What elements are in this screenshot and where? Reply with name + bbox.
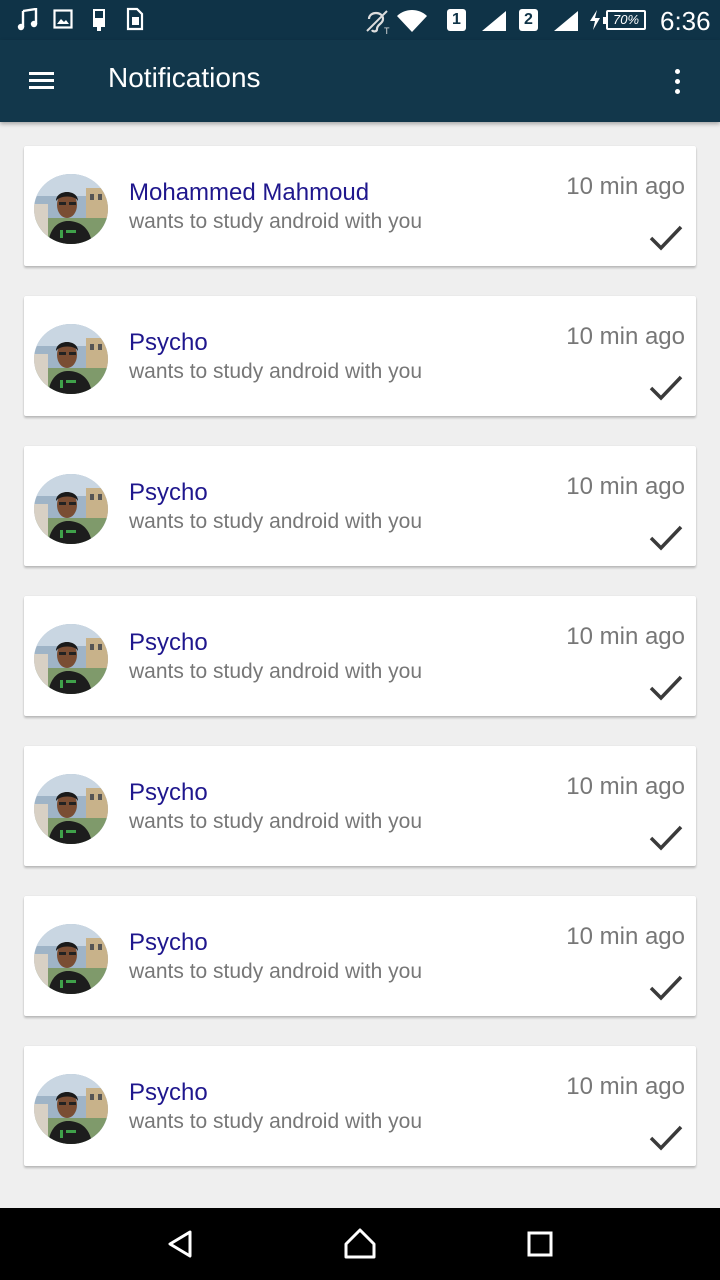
notification-time: 10 min ago — [566, 773, 685, 800]
system-nav-bar — [0, 1208, 720, 1280]
notification-sender-name: Psycho — [129, 629, 208, 656]
usb-icon — [93, 9, 105, 31]
check-icon[interactable] — [648, 1124, 684, 1154]
status-bar: T 1 2 70% 6:36 — [0, 0, 720, 40]
signal-icon — [482, 11, 506, 31]
notification-sender-name: Psycho — [129, 479, 208, 506]
notification-message: wants to study android with you — [129, 210, 422, 233]
sim-card-icon — [126, 7, 144, 31]
notification-message: wants to study android with you — [129, 360, 422, 383]
notification-time: 10 min ago — [566, 323, 685, 350]
notification-time: 10 min ago — [566, 623, 685, 650]
notification-time: 10 min ago — [566, 1073, 685, 1100]
avatar — [34, 924, 108, 994]
notification-message: wants to study android with you — [129, 510, 422, 533]
notification-card[interactable]: Mohammed Mahmoud wants to study android … — [24, 146, 696, 266]
avatar — [34, 324, 108, 394]
avatar — [34, 774, 108, 844]
check-icon[interactable] — [648, 974, 684, 1004]
sim-1-badge: 1 — [447, 9, 466, 31]
avatar — [34, 474, 108, 544]
check-icon[interactable] — [648, 224, 684, 254]
image-icon — [53, 9, 73, 29]
avatar — [34, 1074, 108, 1144]
notification-message: wants to study android with you — [129, 1110, 422, 1133]
music-note-icon — [17, 8, 38, 31]
notification-time: 10 min ago — [566, 473, 685, 500]
svg-text:T: T — [384, 26, 390, 35]
notification-card[interactable]: Psycho wants to study android with you 1… — [24, 1046, 696, 1166]
notification-card[interactable]: Psycho wants to study android with you 1… — [24, 296, 696, 416]
notification-list: Mohammed Mahmoud wants to study android … — [24, 146, 696, 1196]
notification-message: wants to study android with you — [129, 960, 422, 983]
hearing-aid-icon: T — [366, 10, 390, 35]
sim-2-badge: 2 — [519, 9, 538, 31]
status-clock: 6:36 — [660, 6, 711, 36]
recents-icon[interactable] — [520, 1226, 560, 1262]
notification-time: 10 min ago — [566, 923, 685, 950]
signal-icon — [554, 11, 578, 31]
notification-sender-name: Psycho — [129, 329, 208, 356]
page-title: Notifications — [108, 62, 261, 93]
avatar — [34, 624, 108, 694]
charging-icon — [590, 10, 600, 30]
notification-card[interactable]: Psycho wants to study android with you 1… — [24, 446, 696, 566]
check-icon[interactable] — [648, 824, 684, 854]
battery-indicator: 70% — [603, 10, 646, 30]
check-icon[interactable] — [648, 674, 684, 704]
notification-message: wants to study android with you — [129, 660, 422, 683]
app-bar: Notifications — [0, 40, 720, 122]
home-icon[interactable] — [340, 1226, 380, 1262]
notification-message: wants to study android with you — [129, 810, 422, 833]
notification-card[interactable]: Psycho wants to study android with you 1… — [24, 896, 696, 1016]
notification-sender-name: Mohammed Mahmoud — [129, 179, 370, 206]
avatar — [34, 174, 108, 244]
notification-sender-name: Psycho — [129, 779, 208, 806]
notification-card[interactable]: Psycho wants to study android with you 1… — [24, 746, 696, 866]
notification-sender-name: Psycho — [129, 929, 208, 956]
notification-time: 10 min ago — [566, 173, 685, 200]
check-icon[interactable] — [648, 374, 684, 404]
back-icon[interactable] — [160, 1226, 200, 1262]
check-icon[interactable] — [648, 524, 684, 554]
more-vert-icon[interactable] — [664, 66, 690, 98]
notification-sender-name: Psycho — [129, 1079, 208, 1106]
notification-card[interactable]: Psycho wants to study android with you 1… — [24, 596, 696, 716]
hamburger-menu-icon[interactable] — [22, 63, 62, 99]
wifi-icon — [397, 10, 427, 32]
